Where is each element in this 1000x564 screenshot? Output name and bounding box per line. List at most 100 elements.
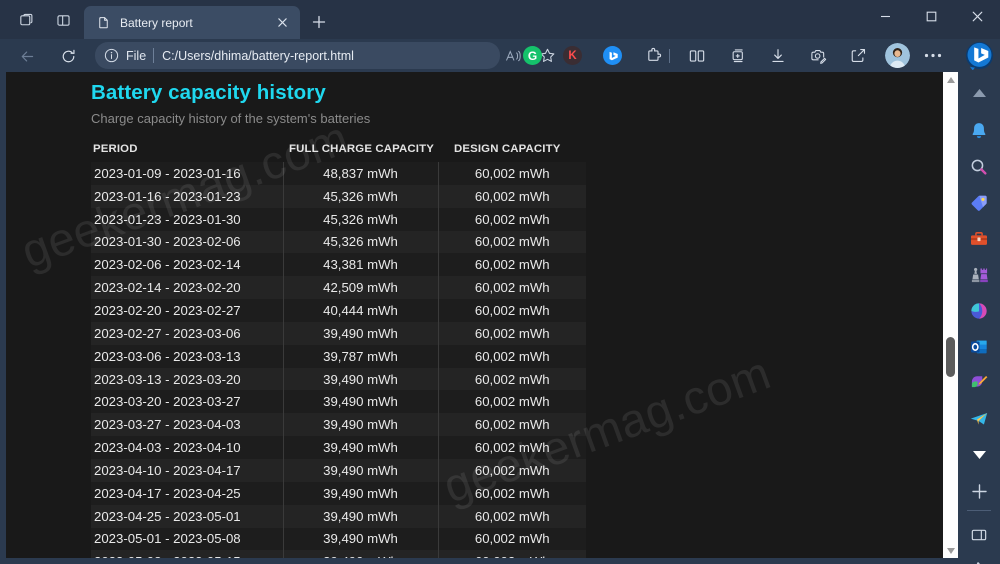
table-row: 2023-01-23 - 2023-01-30 45,326 mWh 60,002 … [91,207,586,231]
tools-icon[interactable] [964,224,994,254]
bing-extension-icon[interactable] [599,42,626,69]
scrollbar-thumb[interactable] [946,337,955,377]
gear-icon[interactable] [964,556,994,564]
period-cell: 2023-03-20 - 2023-03-27 [91,390,284,414]
edge-sidebar [958,72,1000,564]
full-charge-capacity-cell: 39,490 mWh [283,390,439,414]
design-capacity-cell: 60,002 mWh [438,504,586,528]
notifications-icon[interactable] [964,116,994,146]
chevron-down-icon[interactable] [964,440,994,470]
kami-extension-icon[interactable]: K [559,42,586,69]
vertical-scrollbar[interactable] [943,72,958,558]
downloads-icon[interactable] [764,42,791,69]
page-viewport: geekermag.com geekermag.com Battery capa… [6,72,958,558]
copilot-bing-button[interactable] [965,41,994,70]
design-capacity-cell: 60,002 mWh [438,321,586,345]
period-cell: 2023-02-20 - 2023-02-27 [91,299,284,322]
add-icon[interactable] [964,476,994,506]
navigation-toolbar: File C:/Users/dhima/battery-report.html … [0,39,1000,72]
browser-window: battery-report Battery report [0,0,1000,564]
tab-battery-report[interactable]: Battery report [84,6,300,39]
scroll-down-arrow-icon[interactable] [943,543,958,558]
design-capacity-cell: 60,002 mWh [438,481,586,505]
full-charge-capacity-cell: 48,837 mWh [283,162,439,185]
collections-icon[interactable] [724,42,751,69]
outlook-icon[interactable] [964,332,994,362]
period-cell: 2023-05-08 - 2023-05-15 [91,550,284,558]
period-cell: 2023-04-10 - 2023-04-17 [91,458,284,482]
full-charge-capacity-cell: 42,509 mWh [283,276,439,300]
period-cell: 2023-04-17 - 2023-04-25 [91,481,284,505]
info-icon[interactable] [103,47,121,65]
new-tab-icon[interactable] [306,9,332,35]
grammarly-glyph: G [523,46,542,65]
toolbar-divider [669,49,670,63]
bing-ext-circle [603,46,622,65]
vertical-tabs-icon[interactable] [50,7,76,33]
maximize-button[interactable] [908,0,954,32]
table-row: 2023-01-09 - 2023-01-16 48,837 mWh 60,002 … [91,162,586,185]
period-cell: 2023-01-09 - 2023-01-16 [91,162,284,185]
table-row: 2023-04-17 - 2023-04-25 39,490 mWh 60,002 … [91,481,586,505]
design-capacity-cell: 60,002 mWh [438,527,586,551]
design-capacity-cell: 60,002 mWh [438,390,586,414]
period-cell: 2023-03-06 - 2023-03-13 [91,344,284,368]
table-row: 2023-02-06 - 2023-02-14 43,381 mWh 60,002 … [91,253,586,277]
url-text[interactable]: C:/Users/dhima/battery-report.html [162,49,354,63]
design-capacity-cell: 60,002 mWh [438,436,586,459]
tab-strip: Battery report [0,0,1000,39]
more-options-icon[interactable] [919,42,946,69]
back-icon[interactable] [14,43,40,69]
design-capacity-cell: 60,002 mWh [438,458,586,482]
refresh-icon[interactable] [55,43,81,69]
full-charge-capacity-cell: 45,326 mWh [283,230,439,254]
full-charge-capacity-cell: 39,490 mWh [283,321,439,345]
period-cell: 2023-01-23 - 2023-01-30 [91,207,284,231]
table-row: 2023-04-03 - 2023-04-10 39,490 mWh 60,002 … [91,436,586,459]
full-charge-capacity-cell: 39,490 mWh [283,550,439,558]
table-row: 2023-01-30 - 2023-02-06 45,326 mWh 60,002 … [91,230,586,254]
period-cell: 2023-04-25 - 2023-05-01 [91,504,284,528]
column-header-design-capacity: DESIGN CAPACITY [454,143,561,155]
table-row: 2023-02-20 - 2023-02-27 40,444 mWh 60,002 … [91,299,586,322]
full-charge-capacity-cell: 39,490 mWh [283,458,439,482]
extensions-icon[interactable] [640,42,667,69]
table-row: 2023-02-14 - 2023-02-20 42,509 mWh 60,002 … [91,276,586,300]
screenshot-icon[interactable] [804,42,831,69]
tab-actions-icon[interactable] [12,7,38,33]
office-icon[interactable] [964,296,994,326]
full-charge-capacity-cell: 43,381 mWh [283,253,439,277]
sidebar-divider [967,510,991,511]
scroll-up-arrow-icon[interactable] [943,72,958,87]
shopping-tag-icon[interactable] [964,188,994,218]
close-window-button[interactable] [954,0,1000,32]
full-charge-capacity-cell: 45,326 mWh [283,184,439,208]
games-icon[interactable] [964,260,994,290]
avatar[interactable] [885,43,910,68]
table-row: 2023-05-01 - 2023-05-08 39,490 mWh 60,002 … [91,527,586,551]
page-title: Battery capacity history [91,81,326,104]
share-icon[interactable] [844,42,871,69]
omnibox-divider [153,48,155,63]
split-screen-icon[interactable] [683,42,710,69]
address-bar[interactable]: File C:/Users/dhima/battery-report.html [95,42,500,69]
close-icon[interactable] [272,13,292,33]
telegram-icon[interactable] [964,404,994,434]
period-cell: 2023-01-16 - 2023-01-23 [91,184,284,208]
grammarly-extension-icon[interactable]: G [519,42,546,69]
design-capacity-cell: 60,002 mWh [438,162,586,185]
search-icon[interactable] [964,152,994,182]
full-charge-capacity-cell: 39,490 mWh [283,367,439,391]
minimize-button[interactable] [862,0,908,32]
designer-icon[interactable] [964,368,994,398]
split-pane-icon[interactable] [964,520,994,550]
full-charge-capacity-cell: 39,490 mWh [283,413,439,437]
table-row: 2023-03-20 - 2023-03-27 39,490 mWh 60,002 … [91,390,586,414]
design-capacity-cell: 60,002 mWh [438,367,586,391]
table-header-row: PERIOD FULL CHARGE CAPACITY DESIGN CAPAC… [91,143,586,162]
period-cell: 2023-02-27 - 2023-03-06 [91,321,284,345]
sidebar-collapse-icon[interactable] [964,78,994,108]
period-cell: 2023-02-06 - 2023-02-14 [91,253,284,277]
table-row: 2023-05-08 - 2023-05-1539,490 mWh60,002 … [91,550,586,558]
full-charge-capacity-cell: 39,490 mWh [283,436,439,459]
